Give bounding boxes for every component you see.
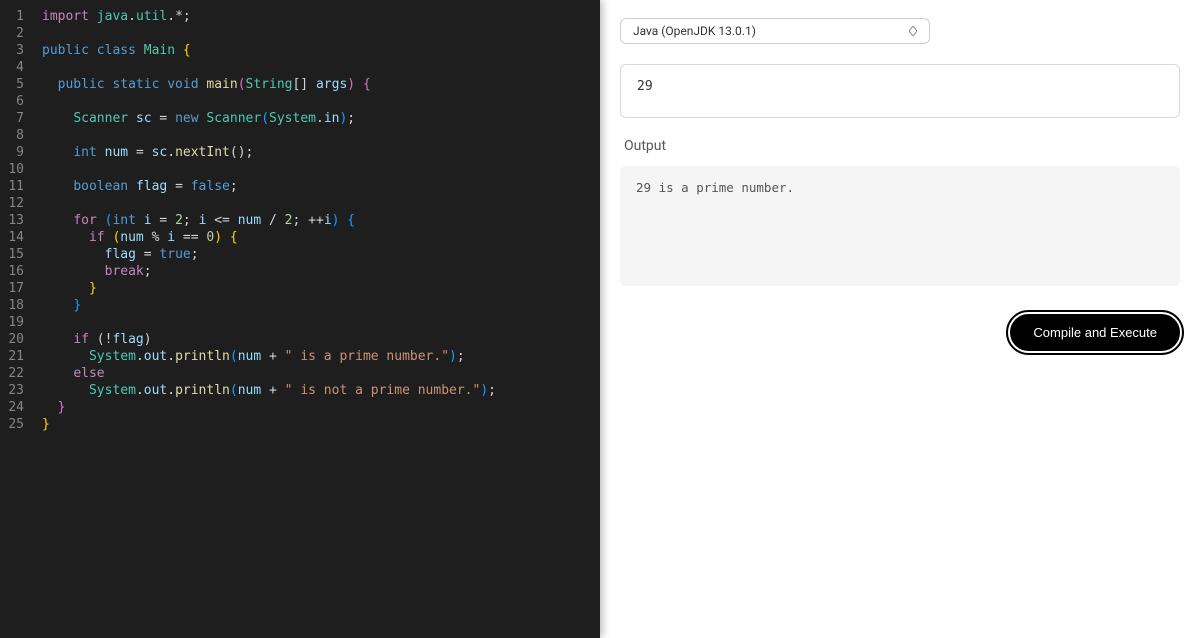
- line-number: 4: [0, 59, 38, 76]
- code-line[interactable]: [42, 195, 600, 212]
- code-line[interactable]: public class Main {: [42, 42, 600, 59]
- code-line[interactable]: else: [42, 365, 600, 382]
- line-number: 20: [0, 331, 38, 348]
- code-line[interactable]: public static void main(String[] args) {: [42, 76, 600, 93]
- line-number: 23: [0, 382, 38, 399]
- results-pane: Java (OpenJDK 13.0.1) 29 Output 29 is a …: [600, 0, 1200, 638]
- code-line[interactable]: [42, 127, 600, 144]
- code-line[interactable]: }: [42, 399, 600, 416]
- line-number: 13: [0, 212, 38, 229]
- code-line[interactable]: if (!flag): [42, 331, 600, 348]
- line-number: 11: [0, 178, 38, 195]
- line-number: 24: [0, 399, 38, 416]
- code-line[interactable]: [42, 93, 600, 110]
- code-line[interactable]: break;: [42, 263, 600, 280]
- output-box: 29 is a prime number.: [620, 166, 1180, 286]
- line-number: 18: [0, 297, 38, 314]
- code-line[interactable]: boolean flag = false;: [42, 178, 600, 195]
- language-select[interactable]: Java (OpenJDK 13.0.1): [620, 18, 930, 44]
- language-select-value: Java (OpenJDK 13.0.1): [633, 24, 756, 38]
- line-number: 7: [0, 110, 38, 127]
- code-line[interactable]: System.out.println(num + " is not a prim…: [42, 382, 600, 399]
- line-number: 21: [0, 348, 38, 365]
- code-line[interactable]: Scanner sc = new Scanner(System.in);: [42, 110, 600, 127]
- chevron-updown-icon: [909, 26, 917, 36]
- line-number: 12: [0, 195, 38, 212]
- line-number: 10: [0, 161, 38, 178]
- code-area[interactable]: import java.util.*; public class Main { …: [38, 0, 600, 638]
- code-line[interactable]: [42, 161, 600, 178]
- action-row: Compile and Execute: [620, 314, 1180, 351]
- code-line[interactable]: }: [42, 416, 600, 433]
- code-line[interactable]: if (num % i == 0) {: [42, 229, 600, 246]
- output-label: Output: [620, 138, 1180, 154]
- line-number: 3: [0, 42, 38, 59]
- line-number: 17: [0, 280, 38, 297]
- line-number: 1: [0, 8, 38, 25]
- line-number: 2: [0, 25, 38, 42]
- output-text: 29 is a prime number.: [636, 180, 794, 195]
- line-number: 25: [0, 416, 38, 433]
- stdin-value: 29: [637, 79, 653, 94]
- code-line[interactable]: System.out.println(num + " is a prime nu…: [42, 348, 600, 365]
- code-line[interactable]: [42, 59, 600, 76]
- line-number-gutter: 1234567891011121314151617181920212223242…: [0, 0, 38, 638]
- code-line[interactable]: for (int i = 2; i <= num / 2; ++i) {: [42, 212, 600, 229]
- line-number: 8: [0, 127, 38, 144]
- code-editor-pane: 1234567891011121314151617181920212223242…: [0, 0, 600, 638]
- line-number: 16: [0, 263, 38, 280]
- code-line[interactable]: [42, 314, 600, 331]
- line-number: 5: [0, 76, 38, 93]
- code-line[interactable]: int num = sc.nextInt();: [42, 144, 600, 161]
- line-number: 9: [0, 144, 38, 161]
- line-number: 6: [0, 93, 38, 110]
- output-section: Output 29 is a prime number.: [620, 138, 1180, 286]
- code-line[interactable]: }: [42, 280, 600, 297]
- code-line[interactable]: flag = true;: [42, 246, 600, 263]
- compile-execute-button[interactable]: Compile and Execute: [1010, 314, 1180, 351]
- line-number: 15: [0, 246, 38, 263]
- stdin-input[interactable]: 29: [620, 64, 1180, 118]
- line-number: 22: [0, 365, 38, 382]
- line-number: 14: [0, 229, 38, 246]
- code-line[interactable]: [42, 25, 600, 42]
- code-line[interactable]: }: [42, 297, 600, 314]
- line-number: 19: [0, 314, 38, 331]
- code-line[interactable]: import java.util.*;: [42, 8, 600, 25]
